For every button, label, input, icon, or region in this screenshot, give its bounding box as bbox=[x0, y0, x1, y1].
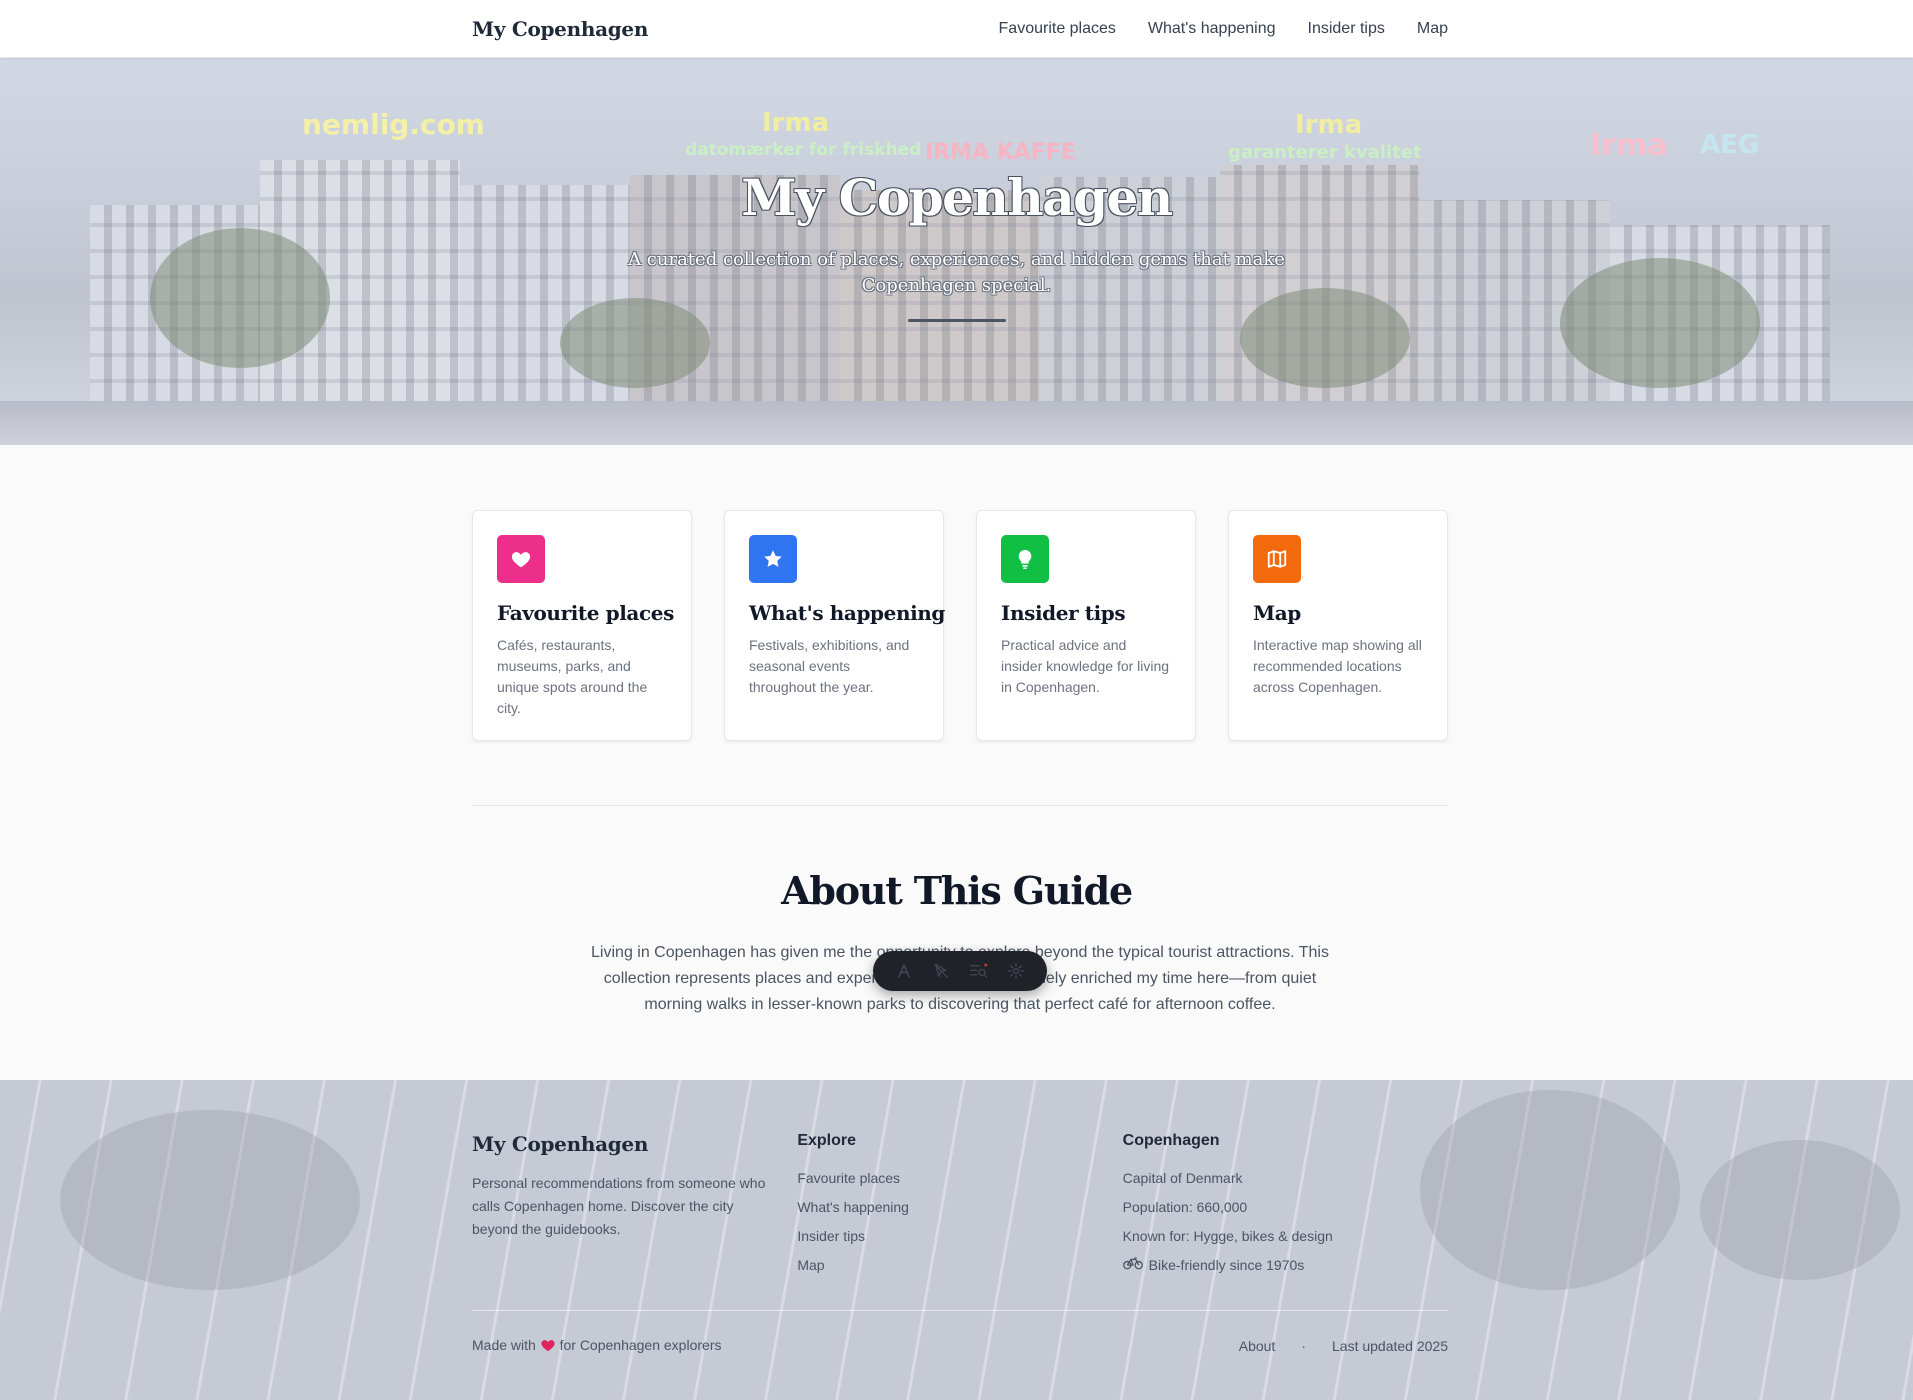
hero-neon-sign: nemlig.com bbox=[302, 108, 485, 141]
card-favourite-places[interactable]: Favourite places Cafés, restaurants, mus… bbox=[472, 510, 692, 741]
heart-icon bbox=[497, 535, 545, 583]
floating-toolbar bbox=[873, 951, 1047, 991]
made-with-suffix: for Copenhagen explorers bbox=[559, 1337, 722, 1353]
hero-neon-sign: datomærker for friskhed bbox=[685, 140, 922, 160]
section-divider bbox=[472, 805, 1448, 806]
card-title: Favourite places bbox=[497, 601, 674, 625]
cursor-icon[interactable] bbox=[928, 958, 954, 984]
brand-logo-link[interactable]: My Copenhagen bbox=[472, 17, 648, 41]
hero-divider bbox=[907, 319, 1006, 322]
footer-separator: · bbox=[1301, 1338, 1306, 1354]
hero-neon-sign: garanterer kvalitet bbox=[1228, 142, 1422, 163]
nav-link-map[interactable]: Map bbox=[1417, 20, 1448, 38]
city-fact-text: Bike-friendly since 1970s bbox=[1148, 1257, 1305, 1273]
footer-link-whats-happening[interactable]: What's happening bbox=[797, 1193, 909, 1222]
footer-about-column: My Copenhagen Personal recommendations f… bbox=[472, 1132, 797, 1280]
footer-city-column: Copenhagen Capital of Denmark Population… bbox=[1123, 1132, 1448, 1280]
hero-subtitle: A curated collection of places, experien… bbox=[628, 249, 1285, 296]
feature-cards: Favourite places Cafés, restaurants, mus… bbox=[472, 510, 1448, 741]
gear-icon[interactable] bbox=[1003, 958, 1029, 984]
heart-icon bbox=[540, 1337, 556, 1355]
footer-link-map[interactable]: Map bbox=[797, 1251, 824, 1280]
hero-neon-sign: Irma bbox=[762, 108, 830, 138]
footer-tree bbox=[60, 1110, 360, 1290]
card-description: Practical advice and insider knowledge f… bbox=[1001, 637, 1170, 695]
card-map[interactable]: Map Interactive map showing all recommen… bbox=[1228, 510, 1448, 741]
nav-link-insider-tips[interactable]: Insider tips bbox=[1308, 20, 1385, 38]
site-footer: My Copenhagen Personal recommendations f… bbox=[0, 1080, 1913, 1400]
footer-description: Personal recommendations from someone wh… bbox=[472, 1175, 766, 1237]
hero-neon-sign: Irma bbox=[1590, 128, 1668, 163]
card-description: Cafés, restaurants, museums, parks, and … bbox=[497, 637, 648, 716]
nav-links: Favourite places What's happening Inside… bbox=[999, 20, 1448, 38]
footer-meta: About · Last updated 2025 bbox=[1239, 1337, 1448, 1355]
footer-columns: My Copenhagen Personal recommendations f… bbox=[472, 1132, 1448, 1280]
footer-tree bbox=[1700, 1140, 1900, 1280]
footer-link-insider-tips[interactable]: Insider tips bbox=[797, 1222, 865, 1251]
footer-divider bbox=[472, 1310, 1448, 1311]
top-navbar: My Copenhagen Favourite places What's ha… bbox=[0, 0, 1913, 58]
city-fact: Capital of Denmark bbox=[1122, 1170, 1243, 1186]
footer-city-facts: Capital of Denmark Population: 660,000 K… bbox=[1123, 1164, 1448, 1280]
footer-about-link[interactable]: About bbox=[1239, 1338, 1276, 1354]
city-fact: Population: 660,000 bbox=[1122, 1199, 1248, 1215]
footer-bottom-bar: Made with for Copenhagen explorers About… bbox=[472, 1337, 1448, 1355]
card-insider-tips[interactable]: Insider tips Practical advice and inside… bbox=[976, 510, 1196, 741]
card-description: Festivals, exhibitions, and seasonal eve… bbox=[749, 637, 910, 695]
footer-city-heading: Copenhagen bbox=[1122, 1132, 1220, 1149]
hero-street bbox=[0, 401, 1913, 445]
star-icon bbox=[749, 535, 797, 583]
city-fact: Known for: Hygge, bikes & design bbox=[1122, 1228, 1333, 1244]
card-title: What's happening bbox=[749, 601, 946, 625]
lightbulb-icon bbox=[1001, 535, 1049, 583]
nav-link-favourite-places[interactable]: Favourite places bbox=[999, 20, 1116, 38]
made-with-prefix: Made with bbox=[472, 1337, 536, 1353]
made-with-text: Made with for Copenhagen explorers bbox=[472, 1337, 721, 1355]
hero-title: My Copenhagen bbox=[741, 168, 1173, 227]
list-search-icon[interactable] bbox=[966, 958, 992, 984]
footer-link-favourite-places[interactable]: Favourite places bbox=[797, 1164, 900, 1193]
card-title: Insider tips bbox=[1001, 601, 1126, 625]
footer-tree bbox=[1420, 1090, 1680, 1290]
bicycle-icon bbox=[1122, 1251, 1143, 1280]
footer-explore-column: Explore Favourite places What's happenin… bbox=[797, 1132, 1122, 1280]
last-updated-text: Last updated 2025 bbox=[1332, 1338, 1448, 1354]
hero-neon-sign: Irma bbox=[1295, 110, 1363, 140]
hero-content: My Copenhagen A curated collection of pl… bbox=[0, 168, 1913, 322]
footer-brand: My Copenhagen bbox=[472, 1132, 649, 1156]
map-icon bbox=[1253, 535, 1301, 583]
nav-link-whats-happening[interactable]: What's happening bbox=[1148, 20, 1276, 38]
city-fact-bike: Bike-friendly since 1970s bbox=[1122, 1251, 1448, 1280]
footer-explore-heading: Explore bbox=[797, 1132, 857, 1149]
font-icon[interactable] bbox=[891, 958, 917, 984]
about-title: About This Guide bbox=[781, 868, 1133, 913]
card-title: Map bbox=[1253, 601, 1301, 625]
card-whats-happening[interactable]: What's happening Festivals, exhibitions,… bbox=[724, 510, 946, 741]
hero-banner: nemlig.com Irma datomærker for friskhed … bbox=[0, 58, 1913, 445]
footer-explore-links: Favourite places What's happening Inside… bbox=[797, 1164, 1122, 1280]
footer-inner: My Copenhagen Personal recommendations f… bbox=[472, 1132, 1448, 1355]
hero-neon-sign: IRMA KAFFE bbox=[925, 140, 1076, 165]
hero-neon-sign: AEG bbox=[1700, 130, 1760, 160]
card-description: Interactive map showing all recommended … bbox=[1253, 637, 1422, 695]
navbar-inner: My Copenhagen Favourite places What's ha… bbox=[472, 0, 1448, 58]
